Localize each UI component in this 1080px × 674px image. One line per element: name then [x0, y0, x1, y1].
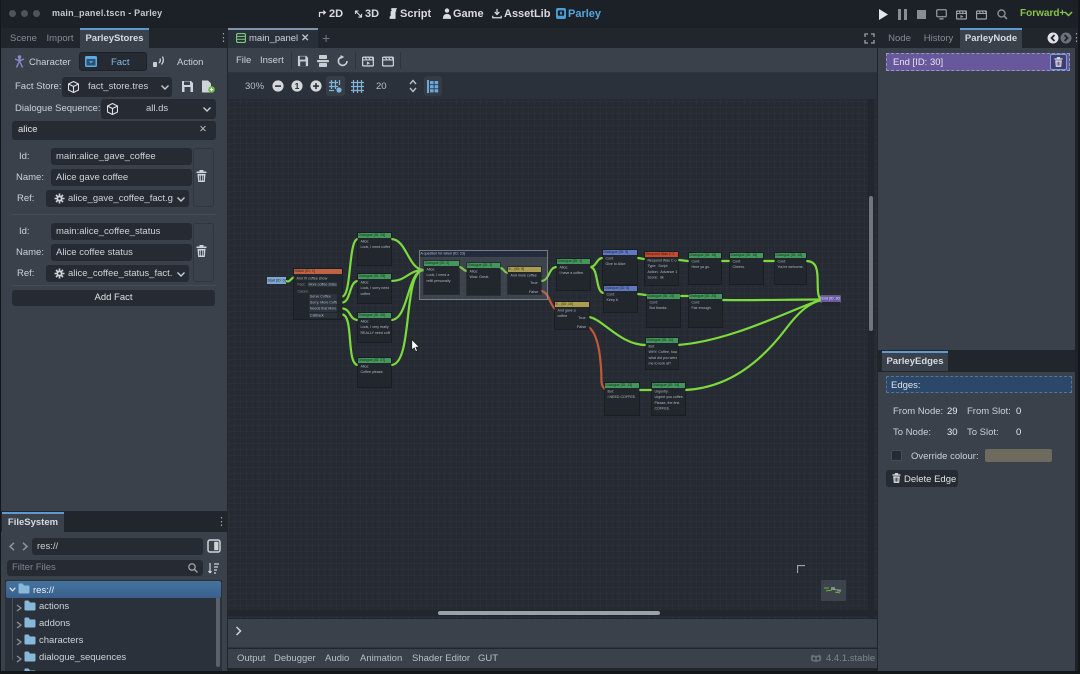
svg-text:1: 1: [295, 81, 300, 91]
